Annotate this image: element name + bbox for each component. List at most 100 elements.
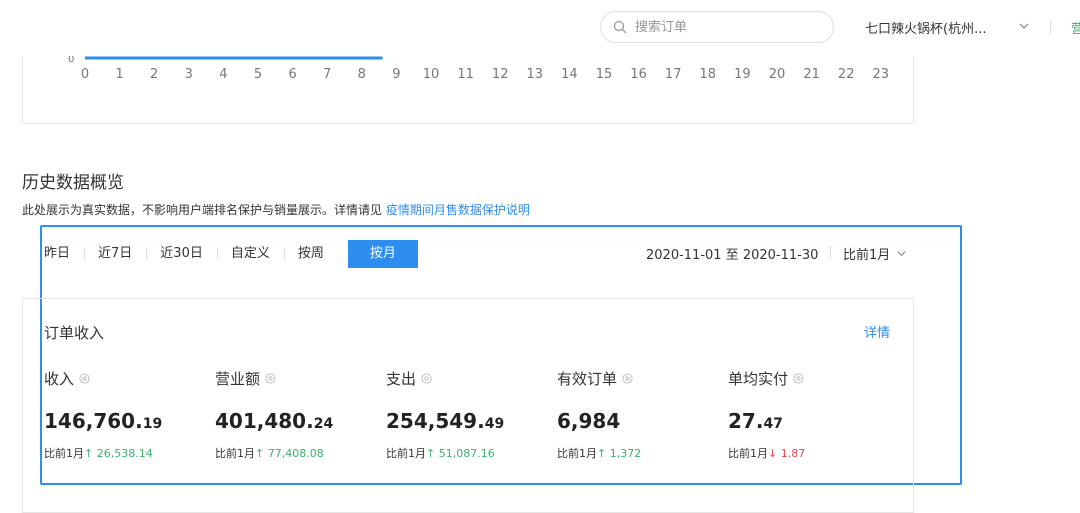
x-tick-label: 22 (838, 67, 855, 82)
divider (1050, 20, 1051, 34)
data-protection-link[interactable]: 疫情期间月售数据保护说明 (386, 203, 530, 217)
increase-value: ↑ 26,538.14 (84, 447, 153, 460)
detail-link[interactable]: 详情 (864, 322, 890, 341)
metric-value-int: 254,549. (386, 409, 485, 433)
increase-value: ↑ 51,087.16 (426, 447, 495, 460)
x-tick-label: 16 (630, 67, 647, 82)
chevron-down-icon[interactable] (1018, 20, 1030, 32)
metric-value: 6,984 (557, 409, 717, 435)
metric-label: 支出 (386, 368, 546, 388)
top-bar: 七口辣火锅杯(杭州... 营 (0, 0, 1080, 56)
metric-value-decimal: 47 (763, 416, 783, 432)
metric-3: 支出 254,549.49 比前1月↑ 51,087.16 (386, 368, 546, 461)
metric-value-decimal: 49 (484, 416, 505, 432)
metric-value: 27.47 (728, 409, 888, 435)
metric-5: 单均实付 27.47 比前1月↓ 1.87 (728, 368, 888, 461)
y-axis-zero-label: 0 (68, 56, 74, 65)
help-icon[interactable] (421, 372, 432, 384)
metric-value-decimal: 24 (313, 416, 334, 432)
help-icon[interactable] (265, 372, 276, 384)
x-tick-label: 17 (665, 67, 682, 82)
chevron-down-icon (897, 251, 906, 257)
metric-comparison: 比前1月↑ 51,087.16 (386, 445, 546, 461)
x-tick-label: 9 (392, 67, 400, 82)
metric-label-text: 有效订单 (557, 369, 618, 388)
comparison-label: 比前1月 (44, 447, 84, 460)
x-tick-label: 14 (561, 67, 578, 82)
x-tick-label: 10 (423, 67, 440, 82)
metric-comparison: 比前1月↑ 1,372 (557, 445, 717, 461)
metric-value-int: 27. (728, 409, 764, 433)
metric-label-text: 营业额 (215, 369, 261, 388)
divider (830, 246, 831, 260)
decrease-value: ↓ 1.87 (768, 447, 806, 460)
x-tick-label: 23 (873, 67, 890, 82)
x-tick-label: 13 (527, 67, 544, 82)
description-text: 此处展示为真实数据，不影响用户端排名保护与销量展示。详情请见 (22, 203, 383, 217)
comparison-label: 比前1月 (728, 447, 768, 460)
x-tick-label: 3 (185, 67, 193, 82)
comparison-label: 比前1月 (386, 447, 426, 460)
tab-3[interactable]: 近30日 (146, 240, 217, 268)
x-tick-label: 2 (150, 67, 158, 82)
hourly-chart: 00 1 2 3 4 5 6 7 8 9 10 11 12 13 14 15 16 17 18 19 20 21 22 23 (68, 56, 890, 82)
metric-1: 收入 146,760.19 比前1月↑ 26,538.14 (44, 368, 204, 461)
x-tick-label: 1 (115, 67, 123, 82)
metric-value-int: 6,984 (557, 409, 621, 433)
x-tick-label: 19 (734, 67, 751, 82)
metric-label-text: 收入 (44, 369, 75, 388)
metric-label: 单均实付 (728, 368, 888, 388)
x-tick-label: 0 (81, 67, 89, 82)
metric-2: 营业额 401,480.24 比前1月↑ 77,408.08 (215, 368, 375, 461)
compare-period-select[interactable]: 比前1月 (843, 244, 907, 263)
search-icon (613, 20, 627, 34)
metric-label: 营业额 (215, 368, 375, 388)
search-input[interactable] (633, 18, 817, 36)
metric-label-text: 单均实付 (728, 369, 789, 388)
compare-select-label: 比前1月 (843, 248, 891, 263)
card-title: 订单收入 (44, 324, 105, 342)
increase-value: ↑ 77,408.08 (255, 447, 324, 460)
help-icon[interactable] (79, 372, 90, 384)
section-title: 历史数据概览 (22, 173, 124, 193)
hourly-chart-card: 0 0 1 2 3 4 5 6 7 8 9 10 11 12 13 14 15 16 17 18 19 20 21 22 23 (22, 56, 914, 124)
period-tabs: 昨日 近7日 近30日 自定义 按周 按月 (44, 240, 418, 268)
metric-value-int: 146,760. (44, 409, 143, 433)
order-search-box[interactable] (600, 11, 834, 43)
store-name[interactable]: 七口辣火锅杯(杭州... (865, 18, 986, 37)
metric-comparison: 比前1月↑ 26,538.14 (44, 445, 204, 461)
tab-2[interactable]: 近7日 (84, 240, 146, 268)
help-icon[interactable] (622, 372, 633, 384)
x-tick-label: 18 (700, 67, 717, 82)
metric-4: 有效订单 6,984 比前1月↑ 1,372 (557, 368, 717, 461)
metric-value: 254,549.49 (386, 409, 546, 435)
x-tick-label: 21 (803, 67, 820, 82)
metric-value: 146,760.19 (44, 409, 204, 435)
x-tick-label: 5 (254, 67, 262, 82)
comparison-label: 比前1月 (215, 447, 255, 460)
x-tick-label: 4 (219, 67, 227, 82)
tab-5[interactable]: 按周 (283, 240, 338, 268)
x-tick-label: 15 (596, 67, 613, 82)
metric-value-int: 401,480. (215, 409, 314, 433)
metric-label-text: 支出 (386, 369, 417, 388)
x-tick-label: 8 (358, 67, 366, 82)
metric-comparison: 比前1月↓ 1.87 (728, 445, 888, 461)
tab-6[interactable]: 按月 (347, 240, 418, 268)
x-tick-label: 11 (457, 67, 474, 82)
help-icon[interactable] (793, 372, 804, 384)
x-tick-label: 12 (492, 67, 509, 82)
metric-label: 收入 (44, 368, 204, 388)
tab-1[interactable]: 昨日 (44, 240, 84, 268)
x-tick-label: 20 (769, 67, 786, 82)
metric-comparison: 比前1月↑ 77,408.08 (215, 445, 375, 461)
comparison-label: 比前1月 (557, 447, 597, 460)
increase-value: ↑ 1,372 (597, 447, 642, 460)
tab-4[interactable]: 自定义 (216, 240, 284, 268)
metric-value: 401,480.24 (215, 409, 375, 435)
date-range[interactable]: 2020-11-01 至 2020-11-30 (646, 244, 818, 263)
x-tick-label: 7 (323, 67, 331, 82)
section-description: 此处展示为真实数据，不影响用户端排名保护与销量展示。详情请见 疫情期间月售数据保… (22, 201, 530, 218)
metric-value-decimal: 19 (142, 416, 163, 432)
topbar-edge-link[interactable]: 营 (1071, 18, 1080, 37)
